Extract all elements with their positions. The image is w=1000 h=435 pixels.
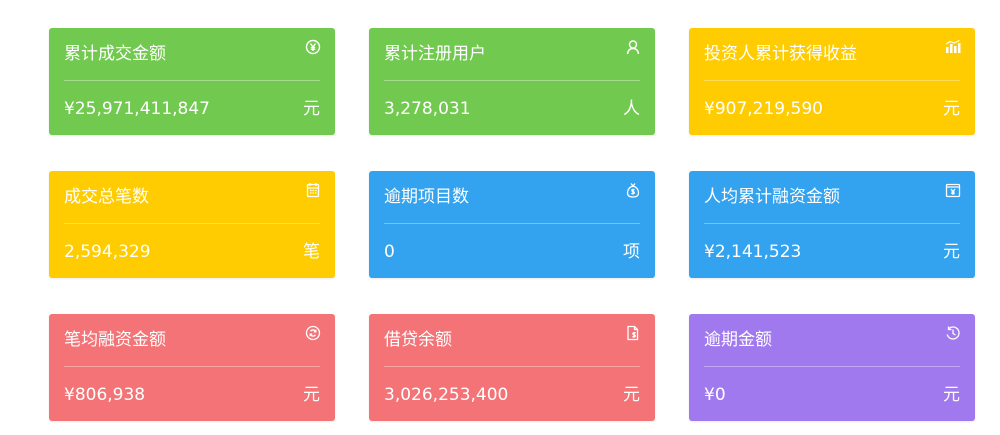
card-value: 2,594,329 <box>64 242 151 262</box>
calendar-icon <box>305 182 321 198</box>
clock-history-icon <box>945 325 961 341</box>
yen-document-icon <box>945 182 961 198</box>
refresh-coin-icon <box>305 325 321 341</box>
card-unit: 元 <box>303 385 320 405</box>
card-divider <box>384 366 640 367</box>
card-unit: 元 <box>943 242 960 262</box>
card-total-transaction-amount: 累计成交金额 ¥25,971,411,847 元 <box>49 28 335 135</box>
card-overdue-projects: 逾期项目数 0 项 <box>369 171 655 278</box>
card-title: 人均累计融资金额 <box>704 187 840 207</box>
card-unit: 元 <box>943 385 960 405</box>
card-title: 累计成交金额 <box>64 44 166 64</box>
card-divider <box>704 80 960 81</box>
user-icon <box>625 39 641 55</box>
card-title: 投资人累计获得收益 <box>704 44 857 64</box>
money-bag-icon <box>625 182 641 198</box>
card-total-transactions: 成交总笔数 2,594,329 笔 <box>49 171 335 278</box>
card-divider <box>384 80 640 81</box>
card-unit: 元 <box>943 99 960 119</box>
card-avg-financing-per-user: 人均累计融资金额 ¥2,141,523 元 <box>689 171 975 278</box>
card-avg-financing-per-transaction: 笔均融资金额 ¥806,938 元 <box>49 314 335 421</box>
card-divider <box>384 223 640 224</box>
stats-grid: 累计成交金额 ¥25,971,411,847 元 累计注册用户 3,278,03… <box>49 28 975 421</box>
card-value: ¥806,938 <box>64 385 146 405</box>
yen-circle-icon <box>305 39 321 55</box>
card-unit: 项 <box>623 242 640 262</box>
card-title: 逾期金额 <box>704 330 772 350</box>
card-value: ¥0 <box>704 385 726 405</box>
card-divider <box>64 80 320 81</box>
card-divider <box>64 223 320 224</box>
card-unit: 元 <box>303 99 320 119</box>
card-overdue-amount: 逾期金额 ¥0 元 <box>689 314 975 421</box>
card-value: 3,026,253,400 <box>384 385 509 405</box>
card-unit: 元 <box>623 385 640 405</box>
card-divider <box>64 366 320 367</box>
bar-chart-icon <box>945 39 961 55</box>
card-title: 笔均融资金额 <box>64 330 166 350</box>
card-unit: 人 <box>623 99 640 119</box>
card-title: 借贷余额 <box>384 330 452 350</box>
card-value: 0 <box>384 242 395 262</box>
card-loan-balance: 借贷余额 3,026,253,400 元 <box>369 314 655 421</box>
card-investor-earnings: 投资人累计获得收益 ¥907,219,590 元 <box>689 28 975 135</box>
card-value: ¥907,219,590 <box>704 99 823 119</box>
dollar-file-icon <box>625 325 641 341</box>
card-title: 逾期项目数 <box>384 187 469 207</box>
card-unit: 笔 <box>303 242 320 262</box>
card-title: 累计注册用户 <box>384 44 486 64</box>
card-divider <box>704 366 960 367</box>
card-value: ¥2,141,523 <box>704 242 802 262</box>
card-value: ¥25,971,411,847 <box>64 99 211 119</box>
card-title: 成交总笔数 <box>64 187 149 207</box>
card-value: 3,278,031 <box>384 99 471 119</box>
card-divider <box>704 223 960 224</box>
card-registered-users: 累计注册用户 3,278,031 人 <box>369 28 655 135</box>
